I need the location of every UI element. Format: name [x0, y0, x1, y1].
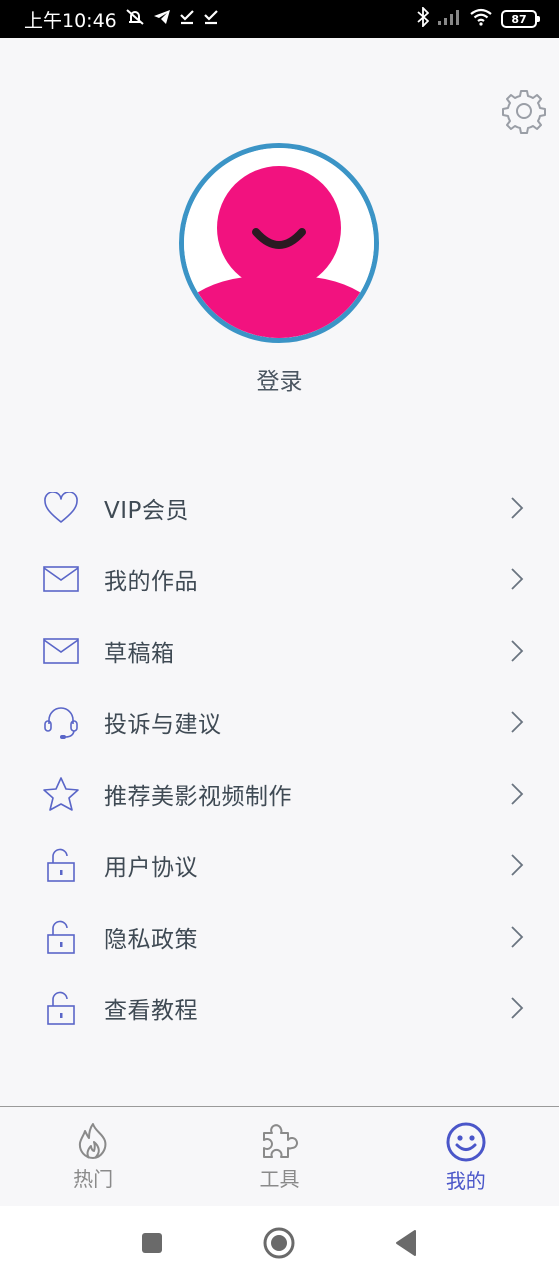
unlock-icon	[42, 846, 80, 884]
bluetooth-icon	[417, 5, 430, 31]
tab-hot[interactable]: 热门	[0, 1107, 186, 1206]
tab-mine[interactable]: 我的	[373, 1107, 559, 1206]
menu-item-recommend[interactable]: 推荐美影视频制作	[0, 758, 559, 830]
tab-tools[interactable]: 工具	[186, 1107, 372, 1206]
chevron-right-icon	[509, 566, 525, 592]
menu-item-vip[interactable]: VIP会员	[0, 472, 559, 544]
settings-button[interactable]	[499, 86, 549, 136]
unlock-icon	[42, 918, 80, 956]
home-button[interactable]	[261, 1225, 297, 1261]
chevron-right-icon	[509, 852, 525, 878]
tab-label: 热门	[73, 1167, 114, 1191]
smiley-icon	[446, 1122, 486, 1162]
home-circle-icon	[263, 1227, 295, 1259]
menu-item-feedback[interactable]: 投诉与建议	[0, 687, 559, 759]
gear-icon	[502, 90, 546, 134]
status-left: 上午10:46	[24, 6, 219, 33]
back-button[interactable]	[388, 1225, 424, 1261]
telegram-icon	[153, 9, 171, 29]
menu-item-my-works[interactable]: 我的作品	[0, 544, 559, 616]
alarm-off-icon	[125, 8, 145, 30]
menu-item-label: 用户协议	[104, 855, 198, 882]
square-icon	[142, 1233, 162, 1253]
unlock-icon	[42, 989, 80, 1027]
star-icon	[42, 775, 80, 813]
chevron-right-icon	[509, 781, 525, 807]
menu-item-label: VIP会员	[104, 497, 189, 524]
menu-item-label: 推荐美影视频制作	[104, 783, 292, 810]
menu-item-user-agreement[interactable]: 用户协议	[0, 830, 559, 902]
download-done-icon	[203, 9, 219, 29]
chevron-right-icon	[509, 995, 525, 1021]
menu-item-label: 查看教程	[104, 998, 198, 1025]
tab-label: 工具	[259, 1167, 300, 1191]
menu-item-drafts[interactable]: 草稿箱	[0, 615, 559, 687]
menu-item-label: 草稿箱	[104, 640, 175, 667]
status-bar: 上午10:46 87	[0, 0, 559, 38]
bottom-tab-bar: 热门 工具 我的	[0, 1106, 559, 1206]
signal-icon	[437, 9, 461, 29]
status-right: 87	[417, 5, 540, 31]
avatar[interactable]	[179, 143, 379, 343]
login-link[interactable]: 登录	[0, 362, 559, 396]
download-done-icon	[179, 9, 195, 29]
envelope-icon	[42, 560, 80, 598]
puzzle-icon	[263, 1124, 299, 1158]
battery-indicator: 87	[501, 10, 540, 28]
chevron-right-icon	[509, 495, 525, 521]
heart-icon	[42, 489, 80, 527]
menu-item-label: 投诉与建议	[104, 712, 222, 739]
chevron-right-icon	[509, 924, 525, 950]
menu-item-tutorial[interactable]: 查看教程	[0, 973, 559, 1045]
wifi-icon	[469, 8, 493, 30]
avatar-image	[184, 148, 374, 338]
flame-icon	[79, 1123, 107, 1159]
chevron-right-icon	[509, 709, 525, 735]
menu-item-privacy-policy[interactable]: 隐私政策	[0, 901, 559, 973]
status-time: 上午10:46	[24, 9, 117, 32]
back-triangle-icon	[396, 1230, 416, 1256]
tab-label: 我的	[445, 1169, 486, 1193]
headset-icon	[42, 703, 80, 741]
menu-list: VIP会员 我的作品 草稿箱 投诉与建议 推荐美影视频制作 用户协议 隐私政策 …	[0, 472, 559, 1044]
menu-item-label: 隐私政策	[104, 926, 198, 953]
chevron-right-icon	[509, 638, 525, 664]
envelope-icon	[42, 632, 80, 670]
menu-item-label: 我的作品	[104, 569, 198, 596]
recent-apps-button[interactable]	[134, 1225, 170, 1261]
